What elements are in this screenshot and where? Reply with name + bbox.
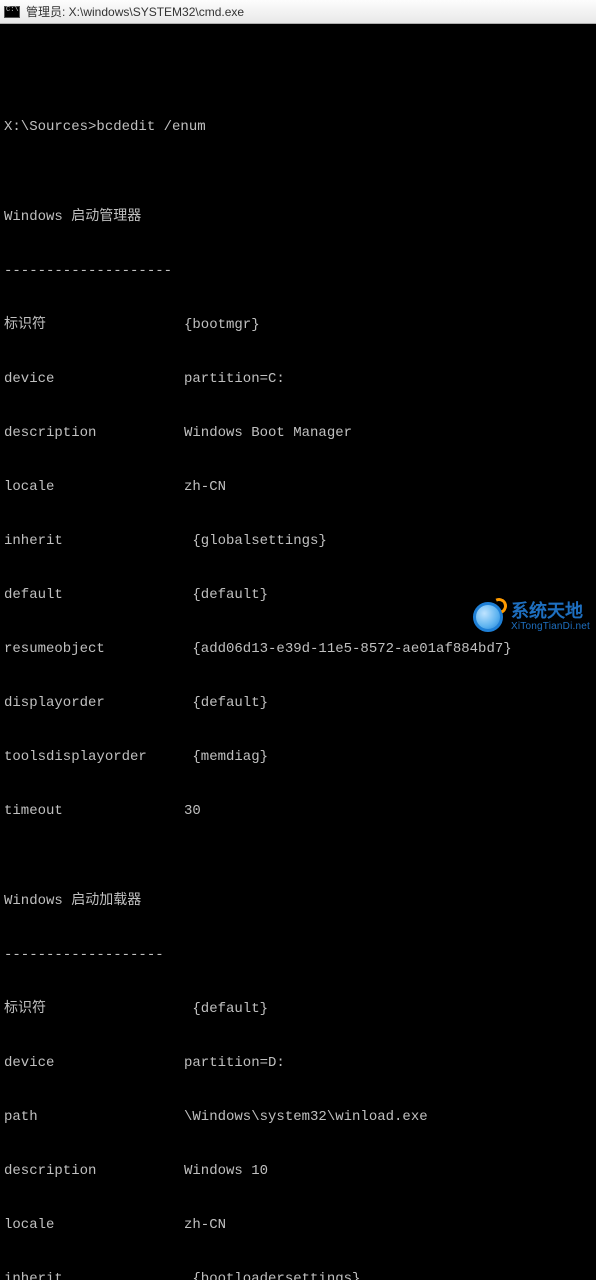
terminal-output[interactable]: X:\Sources>bcdedit /enum Windows 启动管理器 -… xyxy=(0,24,596,1280)
kv-key: inherit xyxy=(4,1270,184,1280)
kv-row: descriptionWindows 10 xyxy=(4,1162,592,1180)
kv-val: partition=D: xyxy=(184,1054,592,1072)
kv-val: Windows Boot Manager xyxy=(184,424,592,442)
kv-row: inherit {bootloadersettings} xyxy=(4,1270,592,1280)
kv-val: {add06d13-e39d-11e5-8572-ae01af884bd7} xyxy=(184,640,592,658)
kv-val: {bootmgr} xyxy=(184,316,592,334)
kv-val: \Windows\system32\winload.exe xyxy=(184,1108,592,1126)
kv-row: path\Windows\system32\winload.exe xyxy=(4,1108,592,1126)
kv-val: zh-CN xyxy=(184,1216,592,1234)
kv-key: device xyxy=(4,1054,184,1072)
prompt-path: X:\Sources> xyxy=(4,118,96,136)
kv-key: path xyxy=(4,1108,184,1126)
kv-row: localezh-CN xyxy=(4,1216,592,1234)
kv-row: devicepartition=D: xyxy=(4,1054,592,1072)
section-heading: Windows 启动管理器 xyxy=(4,208,592,226)
kv-row: displayorder {default} xyxy=(4,694,592,712)
kv-row: toolsdisplayorder {memdiag} xyxy=(4,748,592,766)
section-rule: -------------------- xyxy=(4,262,592,280)
kv-key: locale xyxy=(4,1216,184,1234)
kv-key: toolsdisplayorder xyxy=(4,748,184,766)
kv-key: inherit xyxy=(4,532,184,550)
kv-key: 标识符 xyxy=(4,316,184,334)
kv-val: {default} xyxy=(184,694,592,712)
kv-key: timeout xyxy=(4,802,184,820)
kv-val: 30 xyxy=(184,802,592,820)
section-heading: Windows 启动加载器 xyxy=(4,892,592,910)
cmd-icon xyxy=(4,6,20,18)
watermark: 系统天地 XiTongTianDi.net xyxy=(471,600,590,634)
kv-row: timeout30 xyxy=(4,802,592,820)
titlebar[interactable]: 管理员: X:\windows\SYSTEM32\cmd.exe xyxy=(0,0,596,24)
kv-key: locale xyxy=(4,478,184,496)
kv-val: {memdiag} xyxy=(184,748,592,766)
kv-key: displayorder xyxy=(4,694,184,712)
kv-key: description xyxy=(4,424,184,442)
kv-key: device xyxy=(4,370,184,388)
kv-row: descriptionWindows Boot Manager xyxy=(4,424,592,442)
kv-val: Windows 10 xyxy=(184,1162,592,1180)
prompt-command: bcdedit /enum xyxy=(96,118,205,136)
window-title: 管理员: X:\windows\SYSTEM32\cmd.exe xyxy=(26,3,244,20)
kv-key: resumeobject xyxy=(4,640,184,658)
prompt-line: X:\Sources>bcdedit /enum xyxy=(4,118,592,136)
watermark-url: XiTongTianDi.net xyxy=(511,621,590,632)
globe-icon xyxy=(471,600,505,634)
kv-val: {default} xyxy=(184,1000,592,1018)
kv-val: partition=C: xyxy=(184,370,592,388)
kv-val: {bootloadersettings} xyxy=(184,1270,592,1280)
kv-row: inherit {globalsettings} xyxy=(4,532,592,550)
kv-key: 标识符 xyxy=(4,1000,184,1018)
kv-row: resumeobject {add06d13-e39d-11e5-8572-ae… xyxy=(4,640,592,658)
kv-val: zh-CN xyxy=(184,478,592,496)
section-rule: ------------------- xyxy=(4,946,592,964)
kv-val: {globalsettings} xyxy=(184,532,592,550)
kv-key: default xyxy=(4,586,184,604)
kv-row: 标识符 {default} xyxy=(4,1000,592,1018)
kv-row: localezh-CN xyxy=(4,478,592,496)
kv-key: description xyxy=(4,1162,184,1180)
watermark-cn: 系统天地 xyxy=(511,602,590,622)
kv-row: devicepartition=C: xyxy=(4,370,592,388)
kv-row: 标识符{bootmgr} xyxy=(4,316,592,334)
